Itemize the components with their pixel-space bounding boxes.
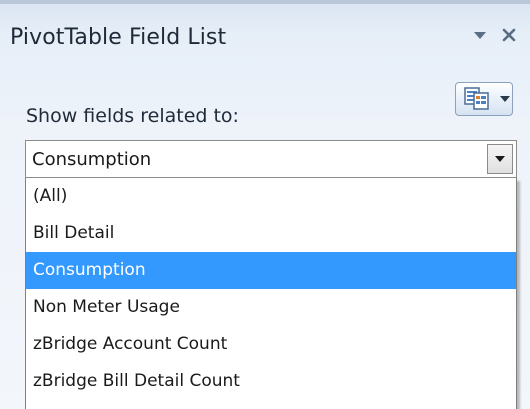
option-bill-detail[interactable]: Bill Detail bbox=[26, 215, 516, 252]
option-all[interactable]: (All) bbox=[26, 178, 516, 215]
show-fields-select[interactable]: Consumption bbox=[25, 140, 517, 178]
selected-table-value: Consumption bbox=[32, 149, 152, 170]
panel-options-button[interactable] bbox=[467, 22, 493, 48]
chevron-down-icon bbox=[500, 96, 510, 102]
option-consumption[interactable]: Consumption bbox=[26, 252, 516, 289]
table-options-list: (All) Bill Detail Consumption Non Meter … bbox=[25, 178, 517, 409]
field-list-layout-icon bbox=[464, 87, 489, 110]
option-non-meter-usage[interactable]: Non Meter Usage bbox=[26, 289, 516, 326]
close-icon bbox=[502, 28, 516, 42]
option-zbridge-account-count[interactable]: zBridge Account Count bbox=[26, 326, 516, 363]
select-dropdown-button[interactable] bbox=[487, 144, 513, 174]
show-fields-label: Show fields related to: bbox=[26, 105, 239, 127]
pivot-field-list-panel: PivotTable Field List Show fields relate… bbox=[0, 4, 530, 409]
chevron-down-icon bbox=[495, 156, 505, 162]
panel-title: PivotTable Field List bbox=[10, 25, 227, 50]
option-zbridge-bill-detail-count[interactable]: zBridge Bill Detail Count bbox=[26, 363, 516, 400]
field-list-layout-button[interactable] bbox=[455, 82, 513, 116]
chevron-down-icon bbox=[474, 32, 486, 39]
panel-close-button[interactable] bbox=[496, 22, 522, 48]
panel-header: PivotTable Field List bbox=[0, 4, 530, 64]
